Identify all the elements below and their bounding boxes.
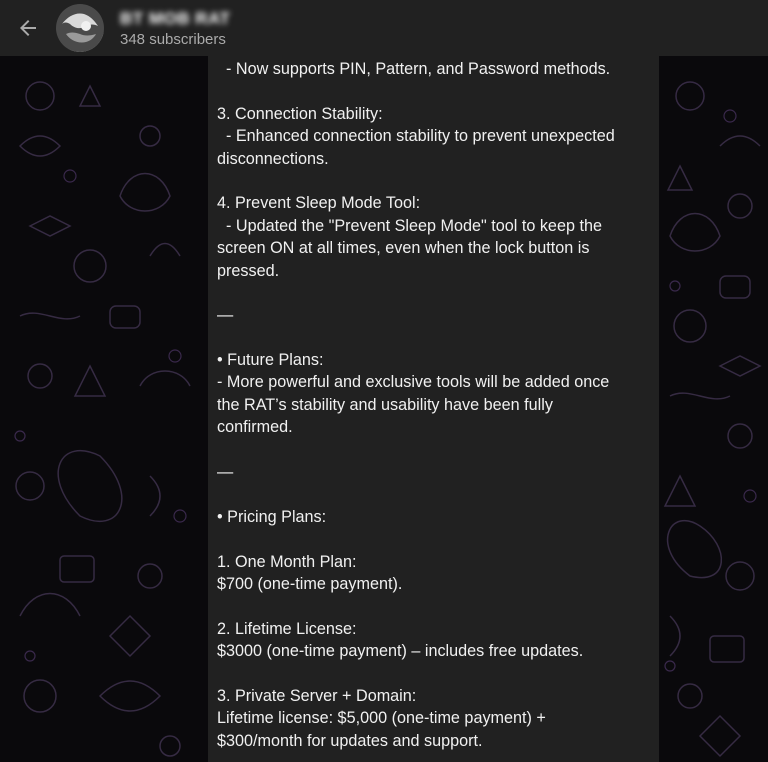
message-line: 3. Connection Stability: [217,104,383,123]
message-line: 4. Prevent Sleep Mode Tool: [217,194,421,213]
back-button[interactable] [0,0,56,56]
channel-avatar[interactable] [56,4,104,52]
message-line: • Pricing Plans: [217,507,327,526]
message-line: — [217,463,234,482]
message-line [217,282,653,304]
message-line: the RAT’s stability and usability have b… [217,395,553,414]
message-text: - Now supports PIN, Pattern, and Passwor… [217,58,653,752]
message-line: • Future Plans: [217,351,324,370]
message-line: - Updated the "Prevent Sleep Mode" tool … [217,216,602,235]
message-line: Lifetime license: $5,000 (one-time payme… [217,709,546,728]
message-line [217,663,653,685]
message-line [217,483,653,505]
message-line: 1. One Month Plan: [217,552,357,571]
message-line: 2. Lifetime License: [217,619,357,638]
message-line [217,595,653,617]
message-line: — [217,306,234,325]
message-line: pressed. [217,261,280,280]
message-line: $300/month for updates and support. [217,731,483,750]
message-line [217,327,653,349]
message-line: - Enhanced connection stability to preve… [217,127,615,146]
message-line: - More powerful and exclusive tools will… [217,373,610,392]
message-line: 3. Private Server + Domain: [217,686,417,705]
message-line [217,528,653,550]
message-line [217,439,653,461]
channel-header: BT MOB RAT 348 subscribers [0,0,768,56]
channel-name[interactable]: BT MOB RAT [120,9,230,29]
message-line [217,80,653,102]
message-line: $700 (one-time payment). [217,574,403,593]
message-line: $3000 (one-time payment) – includes free… [217,642,584,661]
message-line: - Now supports PIN, Pattern, and Passwor… [217,60,611,78]
message-line [217,170,653,192]
arrow-left-icon [20,20,36,36]
subscriber-count: 348 subscribers [120,30,226,48]
message-line: confirmed. [217,418,293,437]
message-line: screen ON at all times, even when the lo… [217,239,590,258]
message-line: disconnections. [217,149,329,168]
